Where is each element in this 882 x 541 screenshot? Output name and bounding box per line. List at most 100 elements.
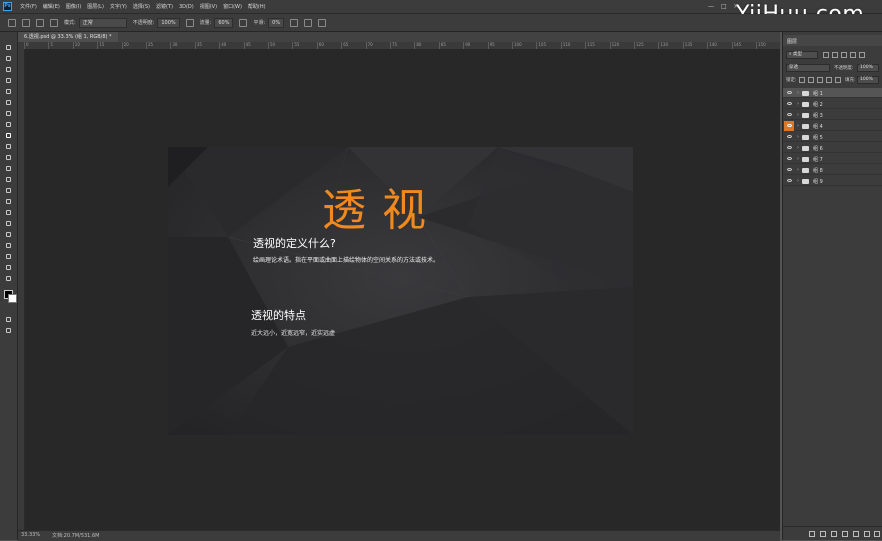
menu-view[interactable]: 视图(V) xyxy=(200,3,217,10)
quick-mask-icon[interactable] xyxy=(4,316,13,323)
shape-tool-icon[interactable] xyxy=(4,242,13,249)
fill-input[interactable]: 100% xyxy=(857,76,879,84)
type-tool-icon[interactable] xyxy=(4,220,13,227)
expand-arrow-icon[interactable]: › xyxy=(797,156,799,162)
airbrush-icon[interactable] xyxy=(239,18,248,27)
visibility-eye-icon[interactable] xyxy=(787,135,792,138)
expand-arrow-icon[interactable]: › xyxy=(797,178,799,184)
layer-row[interactable]: › 组 9 xyxy=(783,176,882,186)
blur-tool-icon[interactable] xyxy=(4,187,13,194)
visibility-eye-icon[interactable] xyxy=(787,102,792,105)
magic-wand-tool-icon[interactable] xyxy=(4,77,13,84)
symmetry-icon[interactable] xyxy=(318,18,327,27)
zoom-tool-icon[interactable] xyxy=(4,264,13,271)
brush-settings-icon[interactable] xyxy=(50,18,58,27)
layer-filter-select[interactable]: ⌕ 类型 xyxy=(786,51,818,59)
lock-paint-icon[interactable] xyxy=(808,77,814,83)
visibility-eye-icon[interactable] xyxy=(787,168,792,171)
expand-arrow-icon[interactable]: › xyxy=(797,112,799,118)
new-layer-icon[interactable] xyxy=(864,531,870,537)
visibility-eye-icon[interactable] xyxy=(787,124,792,127)
pressure-opacity-icon[interactable] xyxy=(185,18,194,27)
clone-stamp-tool-icon[interactable] xyxy=(4,143,13,150)
lasso-tool-icon[interactable] xyxy=(4,66,13,73)
menu-help[interactable]: 帮助(H) xyxy=(248,3,266,10)
gear-icon[interactable] xyxy=(290,18,299,27)
layer-row[interactable]: › 组 5 xyxy=(783,132,882,142)
zoom-level[interactable]: 33.33% xyxy=(21,532,40,538)
pen-tool-icon[interactable] xyxy=(4,209,13,216)
visibility-eye-icon[interactable] xyxy=(787,157,792,160)
adjustment-filter-icon[interactable] xyxy=(832,52,838,58)
pressure-size-icon[interactable] xyxy=(304,18,313,27)
eyedropper-tool-icon[interactable] xyxy=(4,110,13,117)
visibility-eye-icon[interactable] xyxy=(787,146,792,149)
layer-mask-icon[interactable] xyxy=(831,531,837,537)
lock-pixels-icon[interactable] xyxy=(799,77,805,83)
new-group-icon[interactable] xyxy=(853,531,859,537)
expand-arrow-icon[interactable]: › xyxy=(797,101,799,107)
maximize-button[interactable]: □ xyxy=(721,3,727,10)
visibility-eye-icon[interactable] xyxy=(787,91,792,94)
menu-layer[interactable]: 图层(L) xyxy=(87,3,104,10)
lock-artboard-icon[interactable] xyxy=(826,77,832,83)
shape-filter-icon[interactable] xyxy=(850,52,856,58)
expand-arrow-icon[interactable]: › xyxy=(797,134,799,140)
adjustment-layer-icon[interactable] xyxy=(842,531,848,537)
menu-edit[interactable]: 编辑(E) xyxy=(43,3,60,10)
layer-row[interactable]: › 组 6 xyxy=(783,143,882,153)
minimize-button[interactable]: — xyxy=(708,3,714,10)
menu-file[interactable]: 文件(F) xyxy=(20,3,37,10)
visibility-eye-icon[interactable] xyxy=(787,113,792,116)
crop-tool-icon[interactable] xyxy=(4,88,13,95)
brush-tool-icon[interactable] xyxy=(4,132,13,139)
home-icon[interactable] xyxy=(8,18,16,27)
layer-row[interactable]: › 组 3 xyxy=(783,110,882,120)
document-canvas[interactable]: 透视 透视的定义什么? 绘画理论术语。指在平面或曲面上描绘物体的空间关系的方法或… xyxy=(168,147,633,435)
move-tool-icon[interactable] xyxy=(4,44,13,51)
gradient-tool-icon[interactable] xyxy=(4,176,13,183)
dodge-tool-icon[interactable] xyxy=(4,198,13,205)
mode-select[interactable]: 正常 xyxy=(78,17,127,28)
layer-style-icon[interactable] xyxy=(820,531,826,537)
eraser-tool-icon[interactable] xyxy=(4,165,13,172)
expand-arrow-icon[interactable]: › xyxy=(797,145,799,151)
brush-preset-icon[interactable] xyxy=(36,18,44,27)
menu-filter[interactable]: 滤镜(T) xyxy=(156,3,173,10)
link-layers-icon[interactable] xyxy=(809,531,815,537)
menu-window[interactable]: 窗口(W) xyxy=(223,3,242,10)
menu-image[interactable]: 图像(I) xyxy=(66,3,81,10)
lock-position-icon[interactable] xyxy=(817,77,823,83)
layer-row[interactable]: › 组 7 xyxy=(783,154,882,164)
smart-object-filter-icon[interactable] xyxy=(859,52,865,58)
layer-opacity-input[interactable]: 100% xyxy=(857,64,879,72)
layer-row[interactable]: › 组 2 xyxy=(783,99,882,109)
healing-brush-tool-icon[interactable] xyxy=(4,121,13,128)
lock-all-icon[interactable] xyxy=(835,77,841,83)
expand-arrow-icon[interactable]: › xyxy=(797,167,799,173)
brush-tool-icon[interactable] xyxy=(22,18,30,27)
menu-select[interactable]: 选择(S) xyxy=(133,3,150,10)
expand-arrow-icon[interactable]: › xyxy=(797,90,799,96)
opacity-input[interactable]: 100% xyxy=(157,17,180,28)
pixel-filter-icon[interactable] xyxy=(823,52,829,58)
background-color-swatch[interactable] xyxy=(8,294,17,303)
layer-row[interactable]: › 组 4 xyxy=(783,121,882,131)
layers-panel-title[interactable]: 图层 xyxy=(787,38,797,45)
hand-tool-icon[interactable] xyxy=(4,253,13,260)
vertical-ruler[interactable] xyxy=(18,49,25,530)
type-filter-icon[interactable] xyxy=(841,52,847,58)
history-brush-tool-icon[interactable] xyxy=(4,154,13,161)
menu-type[interactable]: 文字(Y) xyxy=(110,3,127,10)
delete-layer-icon[interactable] xyxy=(874,531,880,537)
frame-tool-icon[interactable] xyxy=(4,99,13,106)
menu-3d[interactable]: 3D(D) xyxy=(179,4,194,10)
flow-input[interactable]: 60% xyxy=(214,17,234,28)
smooth-input[interactable]: 0% xyxy=(268,17,285,28)
visibility-eye-icon[interactable] xyxy=(787,179,792,182)
screen-mode-icon[interactable] xyxy=(4,327,13,334)
blend-mode-select[interactable]: 穿透 xyxy=(786,64,830,72)
path-selection-tool-icon[interactable] xyxy=(4,231,13,238)
layer-row[interactable]: › 组 8 xyxy=(783,165,882,175)
expand-arrow-icon[interactable]: › xyxy=(797,123,799,129)
